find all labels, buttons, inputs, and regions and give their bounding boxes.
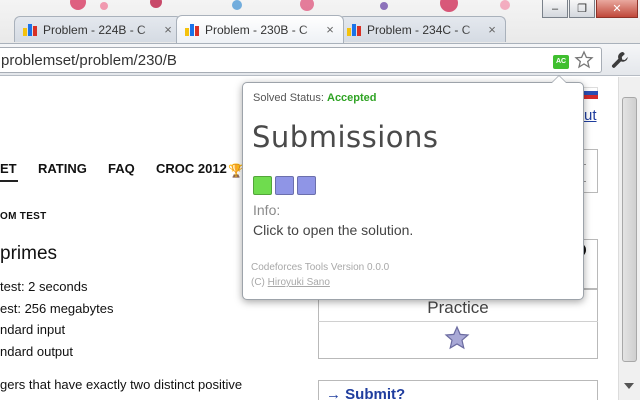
submission-square[interactable] — [253, 176, 272, 195]
version-text: Codeforces Tools Version 0.0.0 — [251, 262, 390, 273]
codeforces-favicon-icon — [347, 23, 361, 36]
menu-item-rating[interactable]: RATING — [38, 161, 87, 176]
url-text: problemset/problem/230/B — [1, 52, 177, 69]
theme-decoration — [100, 2, 108, 10]
theme-decoration — [300, 0, 314, 11]
custom-test-link[interactable]: OM TEST — [0, 211, 47, 222]
maximize-icon[interactable]: ❐ — [569, 0, 595, 18]
extension-ac-badge[interactable]: AC — [553, 55, 569, 69]
minimize-icon[interactable]: – — [542, 0, 568, 18]
scroll-down-arrow-icon[interactable] — [624, 383, 634, 389]
tab-close-icon[interactable]: × — [161, 22, 175, 37]
popup-title: Submissions — [252, 120, 439, 154]
author-link[interactable]: Hiroyuki Sano — [268, 277, 330, 288]
theme-decoration — [70, 0, 86, 10]
theme-decoration — [232, 0, 242, 10]
menu-item-croc-2012[interactable]: CROC 2012 — [156, 161, 227, 176]
browser-toolbar: problemset/problem/230/B AC — [0, 43, 640, 76]
theme-decoration — [380, 2, 388, 10]
favourite-star-icon[interactable] — [444, 325, 470, 351]
menu-item-faq[interactable]: FAQ — [108, 161, 135, 176]
theme-decoration — [150, 0, 162, 8]
codeforces-favicon-icon — [185, 23, 199, 36]
practice-label: Practice — [427, 298, 489, 317]
info-text: Click to open the solution. — [253, 222, 414, 238]
input-file: ndard input — [0, 322, 66, 337]
theme-decoration — [440, 0, 458, 12]
tab-strip: Problem - 224B - C × Problem - 230B - C … — [0, 0, 640, 44]
theme-decoration — [500, 0, 510, 10]
copyright-prefix: (C) — [251, 277, 265, 288]
memory-limit: est: 256 megabytes — [0, 301, 114, 316]
codeforces-favicon-icon — [23, 23, 37, 36]
tab-problem-234c[interactable]: Problem - 234C - C × — [338, 16, 506, 42]
bookmark-star-icon[interactable] — [574, 50, 594, 70]
tab-title: Problem - 234C - C — [367, 22, 471, 37]
info-label: Info: — [253, 202, 281, 218]
output-file: ndard output — [0, 344, 74, 359]
problem-title: primes — [0, 243, 58, 264]
submission-square[interactable] — [297, 176, 316, 195]
time-limit: test: 2 seconds — [0, 279, 88, 294]
window-controls: – ❐ ✕ — [542, 0, 638, 18]
tab-problem-224b[interactable]: Problem - 224B - C × — [14, 16, 182, 42]
submission-list — [253, 176, 316, 195]
submit-link[interactable]: → Submit? — [326, 386, 405, 400]
tab-title: Problem - 230B - C — [205, 22, 308, 37]
vertical-scrollbar[interactable] — [618, 77, 640, 400]
tab-close-icon[interactable]: × — [323, 22, 337, 37]
submission-square[interactable] — [275, 176, 294, 195]
window-close-icon[interactable]: ✕ — [596, 0, 638, 18]
solved-status-value: Accepted — [327, 92, 377, 104]
wrench-icon[interactable] — [610, 50, 630, 70]
active-menu-underline — [0, 180, 18, 182]
tab-problem-230b[interactable]: Problem - 230B - C × — [176, 15, 344, 43]
solved-status-label: Solved Status: — [253, 92, 324, 104]
copyright: (C) Hiroyuki Sano — [251, 277, 330, 288]
logout-link[interactable]: ut — [584, 107, 597, 124]
menu-item-problemset[interactable]: ET — [0, 161, 17, 176]
scrollbar-thumb[interactable] — [622, 97, 637, 362]
solved-status: Solved Status: Accepted — [253, 92, 377, 104]
tab-title: Problem - 224B - C — [43, 22, 146, 37]
codeforces-tools-popup: Solved Status: Accepted Submissions Info… — [242, 75, 584, 300]
address-bar[interactable]: problemset/problem/230/B AC — [0, 47, 602, 73]
sidebar-practice-divider — [318, 321, 598, 322]
problem-statement: gers that have exactly two distinct posi… — [0, 377, 243, 392]
tab-close-icon[interactable]: × — [485, 22, 499, 37]
